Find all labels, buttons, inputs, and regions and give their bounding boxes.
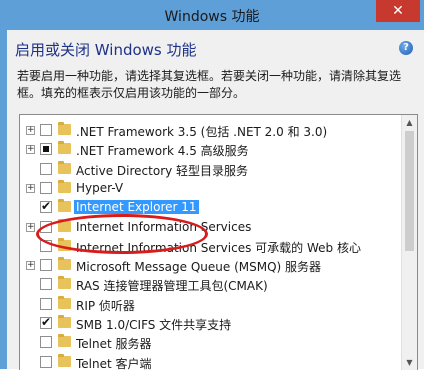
feature-label: Active Directory 轻型目录服务 (76, 163, 249, 178)
help-icon[interactable]: ? (399, 41, 413, 55)
folder-icon (58, 199, 71, 213)
folder-icon (58, 160, 71, 174)
feature-label: RIP 侦听器 (76, 298, 135, 313)
vertical-scrollbar[interactable]: ▲ ▼ (401, 115, 417, 370)
feature-row[interactable]: ✔ Internet Explorer 11 (20, 198, 400, 218)
expand-icon[interactable]: + (26, 261, 35, 271)
feature-row[interactable]: Internet Information Services 可承载的 Web 核… (20, 237, 400, 257)
feature-row[interactable]: + Hyper-V (20, 179, 400, 199)
feature-label: Hyper-V (76, 180, 124, 195)
folder-icon (58, 122, 71, 135)
feature-checkbox[interactable] (40, 220, 52, 233)
feature-label: Telnet 客户端 (76, 356, 152, 370)
feature-checkbox[interactable] (40, 124, 52, 136)
feature-label: Telnet 服务器 (76, 337, 152, 352)
feature-checkbox[interactable] (40, 181, 52, 194)
feature-checkbox[interactable] (40, 143, 52, 156)
folder-icon (58, 179, 71, 193)
folder-icon (58, 315, 71, 328)
folder-icon (58, 276, 71, 290)
feature-row[interactable]: + .NET Framework 4.5 高级服务 (20, 140, 400, 160)
check-icon: ✔ (41, 315, 52, 329)
feature-label: Microsoft Message Queue (MSMQ) 服务器 (76, 260, 322, 275)
scroll-up-arrow-icon[interactable]: ▲ (404, 117, 415, 128)
feature-label: .NET Framework 4.5 高级服务 (76, 144, 249, 159)
dialog-body: 启用或关闭 Windows 功能 ? 若要启用一种功能，请选择其复选框。若要关闭… (7, 30, 424, 370)
feature-row[interactable]: + Microsoft Message Queue (MSMQ) 服务器 (20, 256, 400, 276)
scroll-down-arrow-icon[interactable]: ▼ (404, 357, 415, 368)
title-bar[interactable]: Windows 功能 ✕ (0, 0, 424, 30)
feature-checkbox[interactable] (40, 297, 52, 310)
window-title: Windows 功能 (164, 9, 260, 25)
close-button[interactable]: ✕ (376, 0, 420, 22)
feature-label: Internet Information Services 可承载的 Web 核… (76, 240, 361, 255)
feature-checkbox[interactable]: ✔ (40, 315, 52, 329)
feature-tree[interactable]: + .NET Framework 3.5 (包括 .NET 2.0 和 3.0) +… (19, 114, 418, 370)
folder-icon (58, 218, 71, 232)
folder-icon (58, 334, 71, 348)
feature-label: .NET Framework 3.5 (包括 .NET 2.0 和 3.0) (76, 125, 328, 139)
feature-row[interactable]: + .NET Framework 3.5 (包括 .NET 2.0 和 3.0) (20, 121, 400, 141)
feature-checkbox[interactable] (40, 278, 52, 291)
dialog-heading: 启用或关闭 Windows 功能 (15, 41, 197, 59)
expand-icon[interactable]: + (26, 145, 35, 155)
feature-label: SMB 1.0/CIFS 文件共享支持 (76, 318, 232, 332)
feature-row[interactable]: ✔ SMB 1.0/CIFS 文件共享支持 (20, 314, 400, 334)
feature-label: Internet Information Services (76, 219, 252, 234)
feature-checkbox[interactable]: ✔ (40, 199, 52, 214)
folder-icon (58, 237, 71, 251)
scroll-thumb[interactable] (405, 131, 414, 251)
feature-checkbox[interactable] (40, 336, 52, 349)
close-icon: ✕ (392, 3, 404, 19)
expand-icon[interactable]: + (26, 222, 35, 232)
windows-features-dialog: Windows 功能 ✕ 启用或关闭 Windows 功能 ? 若要启用一种功能… (0, 0, 424, 370)
feature-checkbox[interactable] (40, 162, 52, 175)
dialog-description: 若要启用一种功能，请选择其复选框。若要关闭一种功能，请清除其复选框。填充的框表示… (17, 69, 402, 100)
folder-icon (58, 141, 71, 155)
feature-checkbox[interactable] (40, 259, 52, 272)
feature-row[interactable]: Telnet 客户端 (20, 353, 400, 370)
feature-row[interactable]: Active Directory 轻型目录服务 (20, 160, 400, 180)
folder-icon (58, 295, 71, 309)
expand-icon[interactable]: + (26, 183, 35, 193)
feature-checkbox[interactable] (40, 355, 52, 368)
feature-row[interactable]: RAS 连接管理器管理工具包(CMAK) (20, 275, 400, 295)
feature-row[interactable]: Telnet 服务器 (20, 333, 400, 353)
folder-icon (58, 353, 71, 367)
feature-checkbox[interactable] (40, 239, 52, 252)
feature-label: Internet Explorer 11 (74, 200, 199, 215)
check-icon: ✔ (41, 199, 52, 214)
folder-icon (58, 257, 71, 271)
feature-row[interactable]: RIP 侦听器 (20, 295, 400, 315)
expand-icon[interactable]: + (26, 126, 35, 135)
partial-check-icon (43, 146, 49, 153)
feature-row[interactable]: + Internet Information Services (20, 218, 400, 238)
feature-label: RAS 连接管理器管理工具包(CMAK) (76, 279, 268, 294)
